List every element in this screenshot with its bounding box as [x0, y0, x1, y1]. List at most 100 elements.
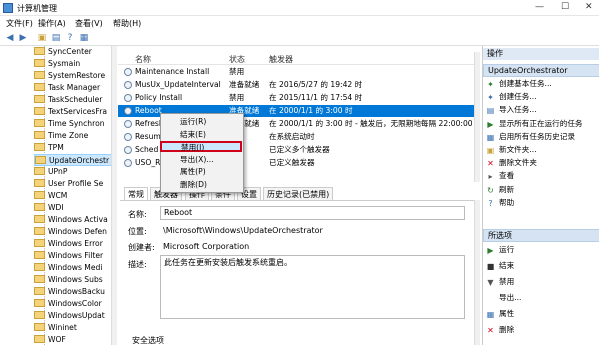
- tree-item-label: TPM: [48, 143, 64, 152]
- selected-action-item[interactable]: ✕ 删除: [486, 324, 598, 336]
- tree-item-label: SyncCenter: [48, 47, 92, 56]
- actions-section-folder[interactable]: UpdateOrchestrator: [483, 64, 599, 77]
- tree-item-label: TextServicesFra: [48, 107, 107, 116]
- tree-item[interactable]: Windows Activa: [34, 214, 117, 226]
- task-row[interactable]: Maintenance Install 禁用: [118, 66, 480, 78]
- forward-icon[interactable]: ▶: [17, 32, 29, 44]
- tree-item[interactable]: WOF: [34, 334, 117, 345]
- task-row[interactable]: MusUx_UpdateInterval 准备就绪在 2016/5/27 的 19…: [118, 79, 480, 91]
- properties-icon[interactable]: ▦: [78, 32, 90, 44]
- tree-item[interactable]: WindowsBacku: [34, 286, 117, 298]
- context-menu-run[interactable]: 运行(R): [162, 116, 240, 127]
- selected-action-item[interactable]: ▶ 运行: [486, 244, 598, 256]
- tree-item[interactable]: Task Manager: [34, 82, 117, 94]
- tree-item[interactable]: TaskScheduler: [34, 94, 117, 106]
- folder-icon: [34, 203, 45, 211]
- tree-item[interactable]: Windows Filter: [34, 250, 117, 262]
- selected-action-item[interactable]: ▦ 属性: [486, 308, 598, 320]
- tree-item-label: Windows Filter: [48, 251, 104, 260]
- task-clock-icon: [124, 94, 132, 102]
- back-icon[interactable]: ◀: [4, 32, 16, 44]
- menu-view[interactable]: 查看(V): [75, 18, 103, 29]
- action-item-label: 运行: [499, 245, 515, 254]
- tree-item[interactable]: Wininet: [34, 322, 117, 334]
- tree-item[interactable]: WindowsColor: [34, 298, 117, 310]
- tree-scrollbar[interactable]: [111, 46, 117, 345]
- tree-item-label: Windows Activa: [48, 215, 108, 224]
- folder-icon: [34, 59, 45, 67]
- tree-item-label: TaskScheduler: [48, 95, 103, 104]
- view-icon: ▸: [488, 172, 493, 182]
- minimize-button[interactable]: —: [535, 2, 544, 12]
- close-button[interactable]: ✕: [585, 2, 593, 12]
- tree-item[interactable]: WindowsUpdat: [34, 310, 117, 322]
- end-icon: ■: [486, 262, 495, 271]
- action-item-label: 结束: [499, 261, 515, 270]
- context-menu-properties[interactable]: 属性(P): [162, 166, 240, 177]
- action-item[interactable]: ✦ 创建基本任务...: [486, 78, 598, 90]
- task-clock-icon: [124, 81, 132, 89]
- selected-action-item[interactable]: ▼ 禁用: [486, 276, 598, 288]
- selected-action-item[interactable]: 导出...: [486, 292, 598, 304]
- action-item[interactable]: ✕ 删除文件夹: [486, 157, 598, 169]
- column-status[interactable]: 状态: [229, 54, 245, 65]
- tree-item[interactable]: UPnP: [34, 166, 117, 178]
- column-name[interactable]: 名称: [135, 54, 151, 65]
- delete-folder-icon: ✕: [487, 159, 494, 169]
- tree-item[interactable]: Sysmain: [34, 58, 117, 70]
- action-item[interactable]: ▸ 查看: [486, 170, 598, 182]
- folder-icon: [34, 311, 45, 319]
- tab-general[interactable]: 常规: [124, 187, 148, 201]
- context-menu-end[interactable]: 结束(E): [162, 129, 240, 140]
- properties-icon: ▦: [486, 310, 495, 319]
- context-menu-export[interactable]: 导出(X)...: [162, 154, 240, 165]
- tree-item[interactable]: SyncCenter: [34, 46, 117, 58]
- detail-scrollbar[interactable]: [474, 200, 480, 345]
- task-row[interactable]: Policy Install 禁用 在 2015/11/1 的 17:54 时: [118, 92, 480, 104]
- show-hide-tree-icon[interactable]: ▤: [50, 32, 62, 44]
- tree-item-label: SystemRestore: [48, 71, 106, 80]
- menu-help[interactable]: 帮助(H): [113, 18, 141, 29]
- menu-action[interactable]: 操作(A): [38, 18, 66, 29]
- tree-item[interactable]: WDI: [34, 202, 117, 214]
- tree-item[interactable]: Windows Error: [34, 238, 117, 250]
- tree-item[interactable]: TextServicesFra: [34, 106, 117, 118]
- tree-item[interactable]: Time Synchron: [34, 118, 117, 130]
- folder-icon: [34, 275, 45, 283]
- menu-file[interactable]: 文件(F): [6, 18, 33, 29]
- folder-up-icon[interactable]: ▣: [36, 32, 48, 44]
- task-status: 禁用: [229, 67, 245, 76]
- tree-item[interactable]: Windows Medi: [34, 262, 117, 274]
- name-field[interactable]: Reboot: [160, 206, 465, 220]
- tree-item-label: Time Zone: [48, 131, 89, 140]
- context-menu-disable[interactable]: 禁用(I): [160, 141, 242, 152]
- maximize-button[interactable]: ☐: [561, 2, 569, 12]
- action-item[interactable]: ▤ 导入任务...: [486, 104, 598, 116]
- task-list-scrollbar[interactable]: [474, 52, 480, 182]
- tab-history[interactable]: 历史记录(已禁用): [263, 187, 334, 201]
- tree-item[interactable]: User Profile Se: [34, 178, 117, 190]
- action-item[interactable]: ? 帮助: [486, 197, 598, 209]
- action-item[interactable]: ▦ 启用所有任务历史记录: [486, 131, 598, 143]
- action-item-label: 新文件夹...: [499, 145, 537, 154]
- create-task-icon: ✦: [487, 93, 494, 103]
- tree-item[interactable]: WCM: [34, 190, 117, 202]
- tree-item[interactable]: TPM: [34, 142, 117, 154]
- column-trigger[interactable]: 触发器: [269, 54, 293, 65]
- action-item[interactable]: ▶ 显示所有正在运行的任务: [486, 118, 598, 130]
- tree-item-label: WDI: [48, 203, 64, 212]
- context-menu-delete[interactable]: 删除(D): [162, 179, 240, 190]
- action-item[interactable]: ↻ 刷新: [486, 184, 598, 196]
- help-icon[interactable]: ?: [64, 32, 76, 44]
- selected-action-item[interactable]: ■ 结束: [486, 260, 598, 272]
- actions-section-selected[interactable]: 所选项: [483, 229, 599, 242]
- action-item[interactable]: ▣ 新文件夹...: [486, 144, 598, 156]
- tree-item[interactable]: Windows Subs: [34, 274, 117, 286]
- description-field[interactable]: 此任务在更新安装后触发系统重启。: [160, 255, 465, 319]
- tree-item[interactable]: Windows Defen: [34, 226, 117, 238]
- tree-item[interactable]: UpdateOrchestr: [34, 154, 117, 166]
- tree-item[interactable]: Time Zone: [34, 130, 117, 142]
- tree-item[interactable]: SystemRestore: [34, 70, 117, 82]
- action-item[interactable]: ✦ 创建任务...: [486, 91, 598, 103]
- tree-item-label: UpdateOrchestr: [49, 156, 110, 165]
